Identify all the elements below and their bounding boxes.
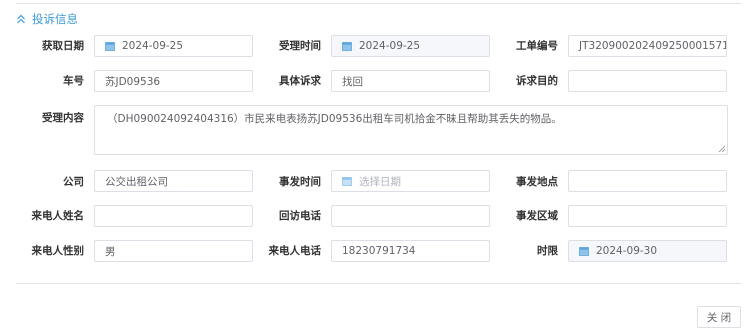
incident-area-label: 事发区域 bbox=[516, 210, 558, 222]
ticket-no-label: 工单编号 bbox=[516, 40, 558, 52]
callback-phone-field[interactable] bbox=[331, 205, 490, 227]
plate-no-value: 苏JD09536 bbox=[105, 75, 161, 88]
deadline-value: 2024-09-30 bbox=[596, 245, 658, 257]
company-field[interactable]: 公交出租公司 bbox=[94, 170, 253, 192]
accept-time-field[interactable]: 2024-09-25 bbox=[331, 35, 490, 57]
caller-gender-label: 来电人性别 bbox=[31, 245, 85, 257]
caller-name-label: 来电人姓名 bbox=[31, 210, 85, 222]
acquire-date-field[interactable]: 2024-09-25 bbox=[94, 35, 253, 57]
section-header[interactable]: 投诉信息 bbox=[16, 11, 78, 27]
caller-gender-value: 男 bbox=[105, 245, 116, 258]
specific-request-field[interactable]: 找回 bbox=[331, 70, 490, 92]
company-label: 公司 bbox=[63, 176, 84, 188]
calendar-icon bbox=[105, 42, 115, 51]
top-divider bbox=[16, 3, 741, 4]
specific-request-value: 找回 bbox=[342, 75, 363, 88]
request-purpose-label: 诉求目的 bbox=[516, 75, 558, 87]
incident-area-field[interactable] bbox=[568, 205, 727, 227]
calendar-icon bbox=[342, 42, 352, 51]
calendar-icon bbox=[579, 247, 589, 256]
incident-place-label: 事发地点 bbox=[516, 176, 558, 188]
acquire-date-value: 2024-09-25 bbox=[122, 40, 184, 52]
caller-phone-value: 18230791734 bbox=[342, 245, 416, 257]
resize-grip-icon[interactable] bbox=[718, 145, 726, 153]
content-value: （DH090024092404316）市民来电表扬苏JD09536出租车司机拾金… bbox=[107, 113, 562, 125]
incident-place-field[interactable] bbox=[568, 170, 727, 192]
callback-phone-label: 回访电话 bbox=[279, 210, 321, 222]
double-chevron-up-icon bbox=[17, 14, 25, 24]
company-value: 公交出租公司 bbox=[105, 175, 168, 188]
calendar-icon bbox=[342, 177, 352, 186]
ticket-no-field[interactable]: JT3209002024092500015713 bbox=[568, 35, 727, 57]
incident-time-label: 事发时间 bbox=[279, 176, 321, 188]
deadline-field[interactable]: 2024-09-30 bbox=[568, 240, 727, 262]
close-button[interactable]: 关 闭 bbox=[697, 306, 741, 328]
acquire-date-label: 获取日期 bbox=[42, 40, 84, 52]
accept-time-value: 2024-09-25 bbox=[359, 40, 421, 52]
accept-time-label: 受理时间 bbox=[279, 40, 321, 52]
incident-time-placeholder: 选择日期 bbox=[359, 175, 401, 188]
specific-request-label: 具体诉求 bbox=[279, 75, 321, 87]
plate-no-label: 车号 bbox=[63, 75, 84, 87]
content-textarea[interactable]: （DH090024092404316）市民来电表扬苏JD09536出租车司机拾金… bbox=[94, 105, 728, 155]
caller-phone-field[interactable]: 18230791734 bbox=[331, 240, 490, 262]
request-purpose-field[interactable] bbox=[568, 70, 727, 92]
content-label: 受理内容 bbox=[42, 112, 84, 124]
deadline-label: 时限 bbox=[537, 245, 558, 257]
bottom-divider bbox=[16, 283, 741, 284]
plate-no-field[interactable]: 苏JD09536 bbox=[94, 70, 253, 92]
caller-phone-label: 来电人电话 bbox=[268, 245, 322, 257]
section-title: 投诉信息 bbox=[32, 12, 78, 26]
caller-name-field[interactable] bbox=[94, 205, 253, 227]
caller-gender-field[interactable]: 男 bbox=[94, 240, 253, 262]
incident-time-field[interactable]: 选择日期 bbox=[331, 170, 490, 192]
ticket-no-value: JT3209002024092500015713 bbox=[579, 40, 727, 52]
